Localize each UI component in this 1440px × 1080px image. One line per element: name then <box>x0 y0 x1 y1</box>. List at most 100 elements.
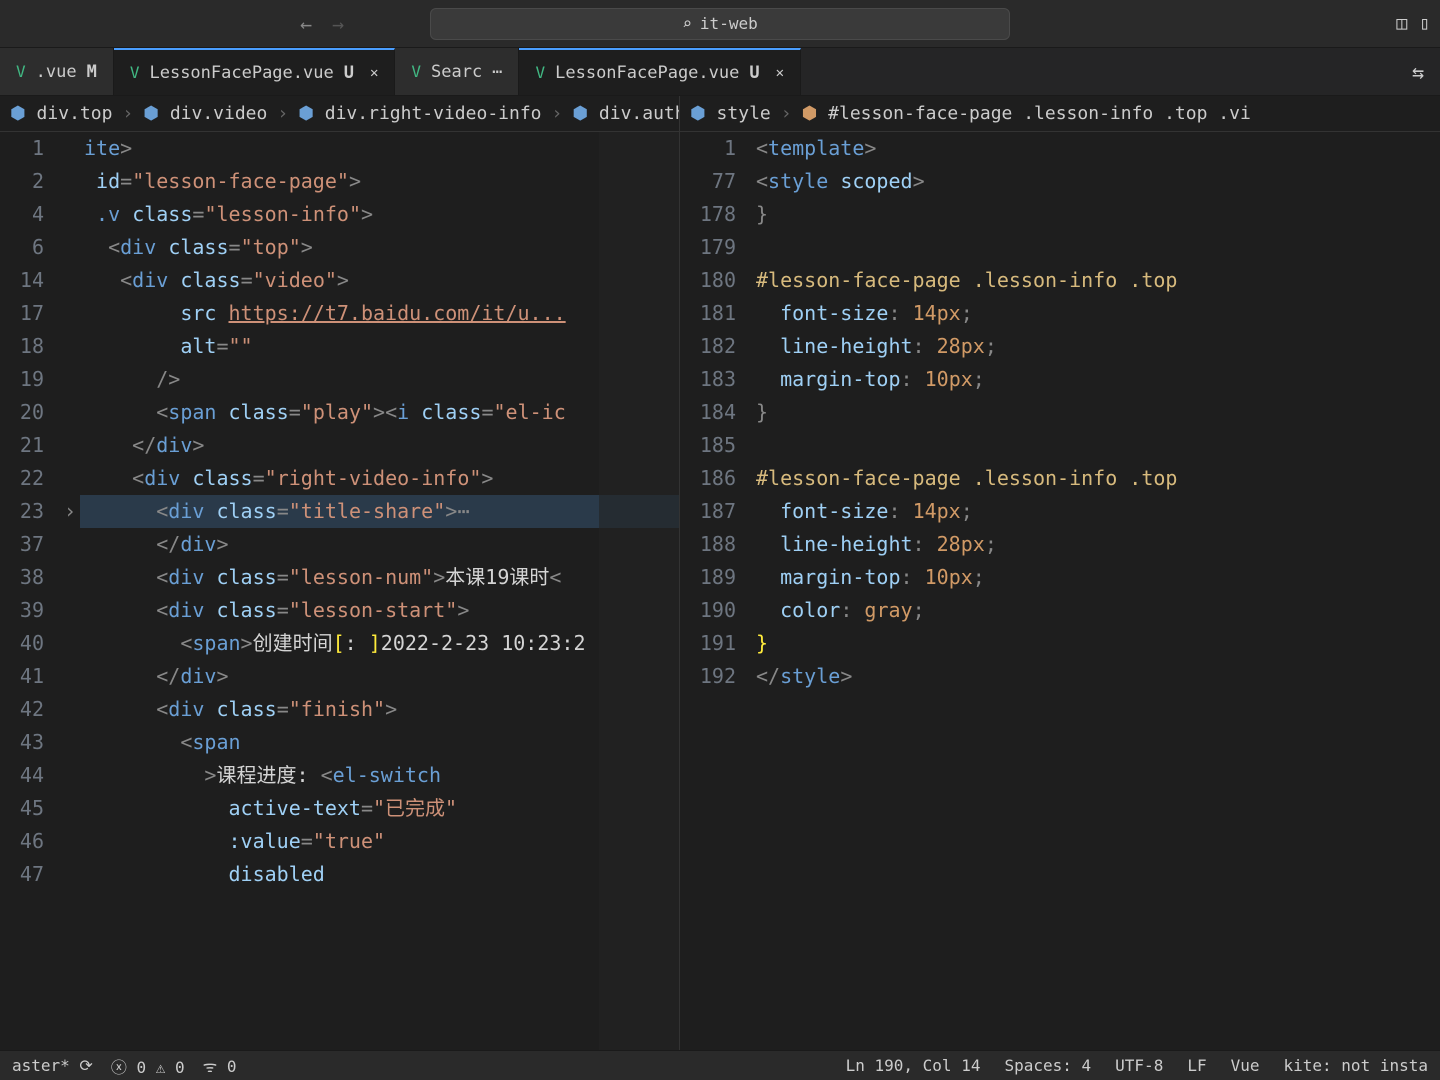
code-line[interactable]: ite> <box>80 132 679 165</box>
code-line[interactable]: <div class="video"> <box>80 264 679 297</box>
code-line[interactable]: src https://t7.baidu.com/it/u... <box>80 297 679 330</box>
code-line[interactable]: line-height: 28px; <box>752 330 1440 363</box>
breadcrumbs-right[interactable]: ⬢ style›⬢ #lesson-face-page .lesson-info… <box>680 96 1261 131</box>
breadcrumb-item[interactable]: ⬢ div.top <box>10 103 112 124</box>
layout-panel-icon[interactable]: ◫ <box>1396 13 1407 34</box>
code-line[interactable] <box>752 429 1440 462</box>
nav-back-icon[interactable]: ← <box>300 12 312 36</box>
ports[interactable]: ᯤ 0 <box>203 1055 237 1077</box>
code-line[interactable]: .v class="lesson-info"> <box>80 198 679 231</box>
code-line[interactable]: /> <box>80 363 679 396</box>
code-line[interactable]: <div class="lesson-num">本课19课时< <box>80 561 679 594</box>
tab-lessonfacepage-vue[interactable]: VLessonFacePage.vue U✕ <box>519 48 801 95</box>
kite-status[interactable]: kite: not insta <box>1284 1056 1429 1075</box>
code-line[interactable]: <style scoped> <box>752 165 1440 198</box>
code-line[interactable]: </style> <box>752 660 1440 693</box>
code-line[interactable]: #lesson-face-page .lesson-info .top <box>752 462 1440 495</box>
tab-overflow-icon[interactable]: ⋯ <box>492 62 502 82</box>
close-icon[interactable]: ✕ <box>776 65 784 81</box>
code-area-left[interactable]: 1246141718192021222337383940414243444546… <box>0 132 679 1050</box>
fold-toggle <box>60 297 80 330</box>
code-line[interactable]: margin-top: 10px; <box>752 363 1440 396</box>
cursor-position[interactable]: Ln 190, Col 14 <box>846 1056 981 1075</box>
fold-toggle <box>60 792 80 825</box>
code-line[interactable]: #lesson-face-page .lesson-info .top <box>752 264 1440 297</box>
fold-toggle <box>60 231 80 264</box>
tab-lessonfacepage-vue[interactable]: VLessonFacePage.vue U✕ <box>114 48 396 95</box>
code-line[interactable]: </div> <box>80 429 679 462</box>
editor-split: ⬢ div.top›⬢ div.video›⬢ div.right-video-… <box>0 96 1440 1050</box>
code-line[interactable]: <div class="finish"> <box>80 693 679 726</box>
code-line[interactable]: } <box>752 627 1440 660</box>
tab-label: LessonFacePage.vue <box>555 63 739 83</box>
code-line[interactable] <box>752 231 1440 264</box>
problems[interactable]: ⓧ 0 ⚠ 0 <box>111 1054 185 1078</box>
code-line[interactable]: font-size: 14px; <box>752 495 1440 528</box>
fold-toggle <box>60 363 80 396</box>
symbol-icon: ⬢ <box>802 103 818 124</box>
fold-toggle <box>60 330 80 363</box>
tab-label: Searc <box>431 62 482 82</box>
code-line[interactable]: } <box>752 198 1440 231</box>
minimap-left[interactable] <box>599 132 679 1050</box>
fold-toggle <box>60 726 80 759</box>
tab-label: LessonFacePage.vue <box>149 63 333 83</box>
gutter-right: 1771781791801811821831841851861871881891… <box>680 132 752 1050</box>
code-line[interactable]: disabled <box>80 858 679 891</box>
code-line[interactable]: </div> <box>80 528 679 561</box>
code-line[interactable]: line-height: 28px; <box>752 528 1440 561</box>
tab-status: U <box>749 63 759 83</box>
editor-pane-right: ⬢ style›⬢ #lesson-face-page .lesson-info… <box>680 96 1440 1050</box>
breadcrumb-item[interactable]: ⬢ div.video <box>143 103 267 124</box>
editor-pane-left: ⬢ div.top›⬢ div.video›⬢ div.right-video-… <box>0 96 680 1050</box>
nav-forward-icon[interactable]: → <box>332 12 344 36</box>
code-line[interactable]: color: gray; <box>752 594 1440 627</box>
gutter-left: 1246141718192021222337383940414243444546… <box>0 132 60 1050</box>
breadcrumbs-left[interactable]: ⬢ div.top›⬢ div.video›⬢ div.right-video-… <box>0 96 679 131</box>
fold-toggle <box>60 693 80 726</box>
code-line[interactable]: } <box>752 396 1440 429</box>
indentation[interactable]: Spaces: 4 <box>1004 1056 1091 1075</box>
close-icon[interactable]: ✕ <box>370 65 378 81</box>
breadcrumb-item[interactable]: ⬢ div.right-video-info <box>298 103 541 124</box>
code-line[interactable]: <div class="right-video-info"> <box>80 462 679 495</box>
compare-icon[interactable]: ⇆ <box>1412 60 1424 84</box>
eol[interactable]: LF <box>1187 1056 1206 1075</box>
fold-toggle[interactable]: › <box>60 495 80 528</box>
command-center[interactable]: ⌕ it-web <box>430 8 1010 40</box>
tab-searc[interactable]: VSearc ⋯ <box>395 48 519 95</box>
code-line[interactable]: <div class="top"> <box>80 231 679 264</box>
breadcrumb-item[interactable]: ⬢ #lesson-face-page .lesson-info .top .v… <box>802 103 1251 124</box>
code-line[interactable]: margin-top: 10px; <box>752 561 1440 594</box>
fold-toggle <box>60 594 80 627</box>
language-mode[interactable]: Vue <box>1231 1056 1260 1075</box>
fold-toggle <box>60 627 80 660</box>
fold-toggle <box>60 429 80 462</box>
fold-column[interactable]: › <box>60 132 80 1050</box>
breadcrumb-item[interactable]: ⬢ div.auth <box>572 103 679 124</box>
code-line[interactable]: <span <box>80 726 679 759</box>
code-line[interactable]: id="lesson-face-page"> <box>80 165 679 198</box>
symbol-icon: ⬢ <box>10 103 26 124</box>
code-line[interactable]: alt="" <box>80 330 679 363</box>
fold-toggle <box>60 198 80 231</box>
fold-toggle <box>60 264 80 297</box>
layout-sidebar-icon[interactable]: ▯ <box>1419 13 1430 34</box>
git-branch[interactable]: aster* ⟳ <box>12 1056 93 1075</box>
code-line[interactable]: font-size: 14px; <box>752 297 1440 330</box>
symbol-icon: ⬢ <box>690 103 706 124</box>
encoding[interactable]: UTF-8 <box>1115 1056 1163 1075</box>
tab--vue[interactable]: V.vue M <box>0 48 114 95</box>
code-line[interactable]: :value="true" <box>80 825 679 858</box>
code-line[interactable]: <span class="play"><i class="el-ic <box>80 396 679 429</box>
code-line[interactable]: active-text="已完成" <box>80 792 679 825</box>
code-line[interactable]: <div class="lesson-start"> <box>80 594 679 627</box>
breadcrumb-item[interactable]: ⬢ style <box>690 103 771 124</box>
code-line[interactable]: </div> <box>80 660 679 693</box>
code-line[interactable]: <template> <box>752 132 1440 165</box>
code-line[interactable]: <span>创建时间[: ]2022-2-23 10:23:2 <box>80 627 679 660</box>
search-text: it-web <box>700 14 758 33</box>
code-area-right[interactable]: 1771781791801811821831841851861871881891… <box>680 132 1440 1050</box>
code-line[interactable]: <div class="title-share">⋯ <box>80 495 679 528</box>
code-line[interactable]: >课程进度: <el-switch <box>80 759 679 792</box>
